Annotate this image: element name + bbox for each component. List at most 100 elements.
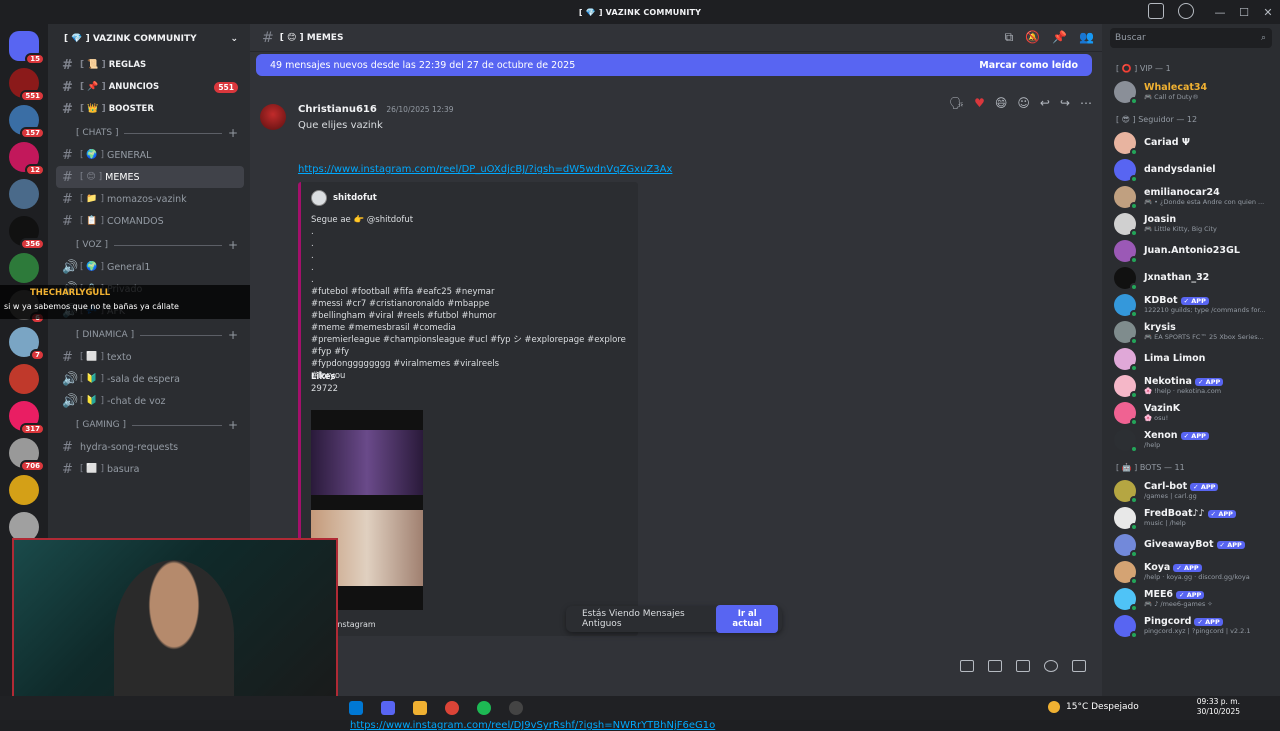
channel-momazos-vazink[interactable]: # [ 📁 ] momazos-vazink xyxy=(56,188,244,210)
old-messages-notice: Estás Viendo Mensajes Antiguos Ir al act… xyxy=(566,605,782,633)
add-channel-icon[interactable]: + xyxy=(228,328,238,342)
member-item[interactable]: VazinK 🌸 osu! xyxy=(1102,399,1280,426)
avatar xyxy=(1114,158,1138,183)
channel-comandos[interactable]: # [ 📋 ] COMANDOS xyxy=(56,210,244,232)
more-icon[interactable]: ⋯ xyxy=(1080,96,1092,110)
status-dot xyxy=(1130,174,1138,183)
member-item[interactable]: Joasin 🎮 Little Kitty, Big City xyxy=(1102,210,1280,237)
member-item[interactable]: Koya ✓ APP/help · koya.gg · discord.gg/ko… xyxy=(1102,558,1280,585)
channel-memes[interactable]: # [ 😊 ] MEMES xyxy=(56,166,244,188)
channel-texto[interactable]: # [ ⬜ ] texto xyxy=(56,346,244,368)
server-icon[interactable]: 15 xyxy=(9,31,45,65)
members-icon[interactable]: 👥 xyxy=(1079,30,1094,45)
server-icon[interactable] xyxy=(9,253,39,283)
gift-icon[interactable] xyxy=(960,660,974,672)
channel-category[interactable]: [ VOZ ] + xyxy=(48,234,250,256)
inbox-icon[interactable] xyxy=(1148,3,1164,19)
channel-category[interactable]: [ DINAMICA ] + xyxy=(48,324,250,346)
help-icon[interactable] xyxy=(1178,3,1194,19)
channel-name: basura xyxy=(106,463,140,475)
emoji-reaction-icon[interactable]: 😄 xyxy=(995,96,1008,110)
reply-icon[interactable]: ↩ xyxy=(1040,96,1050,110)
channel-booster[interactable]: # [ 👑 ] BOOSTER xyxy=(56,98,244,120)
channel-basura[interactable]: # [ ⬜ ] basura xyxy=(56,458,244,480)
pin-icon[interactable]: 📌 xyxy=(1052,30,1067,45)
clock[interactable]: 09:33 p. m. 30/10/2025 xyxy=(1197,697,1240,717)
heart-reaction-icon[interactable]: ♥ xyxy=(974,96,985,110)
mark-as-read-button[interactable]: Marcar como leído xyxy=(979,60,1078,71)
member-item[interactable]: emilianocar24 🎮 • ¿Donde esta Andre con q… xyxy=(1102,183,1280,210)
member-item[interactable]: Xenon ✓ APP/help xyxy=(1102,426,1280,453)
mention-badge: 317 xyxy=(20,423,45,435)
server-icon[interactable]: 157 xyxy=(9,105,45,139)
server-icon[interactable]: 551 xyxy=(9,68,45,102)
member-item[interactable]: Juan.Antonio23GL xyxy=(1102,237,1280,264)
add-channel-icon[interactable]: + xyxy=(228,126,238,140)
add-channel-icon[interactable]: + xyxy=(228,418,238,432)
member-item[interactable]: Pingcord ✓ APP pingcord.xyz | ?pingcord | … xyxy=(1102,612,1280,639)
message-author[interactable]: Christianu616 xyxy=(298,104,377,115)
avatar xyxy=(1114,185,1138,210)
channel-reglas[interactable]: # [ 📜 ] REGLAS xyxy=(56,54,244,76)
server-icon[interactable]: 7 xyxy=(9,327,45,361)
jump-to-present-button[interactable]: Ir al actual xyxy=(716,605,778,633)
member-item[interactable]: GiveawayBot ✓ APP xyxy=(1102,531,1280,558)
avatar[interactable] xyxy=(260,104,286,130)
member-item[interactable]: dandysdaniel xyxy=(1102,156,1280,183)
spotify-icon[interactable] xyxy=(477,701,491,715)
reaction-icon[interactable]: 🗣 xyxy=(949,96,964,110)
embed-author[interactable]: shitdofut xyxy=(311,190,377,206)
apps-icon[interactable] xyxy=(1072,660,1086,672)
emoji-icon[interactable] xyxy=(1044,660,1058,672)
close-button[interactable]: ✕ xyxy=(1256,6,1280,19)
channel-category[interactable]: [ CHATS ] + xyxy=(48,122,250,144)
explorer-icon[interactable] xyxy=(413,701,427,715)
threads-icon[interactable]: ⧉ xyxy=(1005,30,1014,45)
member-item[interactable]: Jxnathan_32 xyxy=(1102,264,1280,291)
member-item[interactable]: Carl-bot ✓ APP/games | carl.gg xyxy=(1102,477,1280,504)
server-icon[interactable]: 317 xyxy=(9,401,45,435)
server-icon[interactable] xyxy=(9,475,39,505)
mute-icon[interactable]: 🔕 xyxy=(1025,30,1040,45)
channel-general[interactable]: # [ 🌍 ] GENERAL xyxy=(56,144,244,166)
server-icon[interactable] xyxy=(9,179,39,209)
member-item[interactable]: MEE6 ✓ APP 🎮 ♪ /mee6-games ✧ xyxy=(1102,585,1280,612)
chrome-icon[interactable] xyxy=(445,701,459,715)
search-input[interactable]: Buscar ⌕ xyxy=(1110,28,1272,48)
channel--chat-de-voz[interactable]: 🔊[ 🔰 ] -chat de voz xyxy=(56,390,244,412)
forward-icon[interactable]: ↪ xyxy=(1060,96,1070,110)
gif-icon[interactable] xyxy=(988,660,1002,672)
channel-general1[interactable]: 🔊[ 🌍 ] General1 xyxy=(56,256,244,278)
minimize-button[interactable]: — xyxy=(1208,6,1232,19)
embed-field-name: Likes xyxy=(311,372,336,382)
weather-widget[interactable]: 15°C Despejado xyxy=(1048,701,1139,713)
server-header[interactable]: [ 💎 ] VAZINK COMMUNITY ⌄ xyxy=(48,24,250,54)
server-icon[interactable]: 706 xyxy=(9,438,45,472)
mention-badge: 356 xyxy=(20,238,45,250)
maximize-button[interactable]: ☐ xyxy=(1232,6,1256,19)
add-reaction-icon[interactable]: ☺ xyxy=(1017,96,1030,110)
member-item[interactable]: Whalecat34 🎮 Call of Duty® xyxy=(1102,78,1280,105)
server-icon[interactable]: 356 xyxy=(9,216,45,250)
member-item[interactable]: Nekotina ✓ APP 🌸 !help · nekotina.com xyxy=(1102,372,1280,399)
discord-taskbar-icon[interactable] xyxy=(381,701,395,715)
new-messages-bar[interactable]: 49 mensajes nuevos desde las 22:39 del 2… xyxy=(256,54,1092,76)
member-item[interactable]: Lima Limon xyxy=(1102,345,1280,372)
channel-hydra-song-requests[interactable]: # hydra-song-requests xyxy=(56,436,244,458)
server-icon[interactable] xyxy=(9,364,39,394)
server-icon[interactable]: 12 xyxy=(9,142,45,176)
add-channel-icon[interactable]: + xyxy=(228,238,238,252)
member-item[interactable]: Cariad Ψ xyxy=(1102,129,1280,156)
app-icon[interactable] xyxy=(509,701,523,715)
member-item[interactable]: krysis 🎮 EA SPORTS FC™ 25 Xbox Series... xyxy=(1102,318,1280,345)
member-item[interactable]: KDBot ✓ APP 122210 guilds; type /commands … xyxy=(1102,291,1280,318)
channel--sala-de-espera[interactable]: 🔊[ 🔰 ] -sala de espera xyxy=(56,368,244,390)
channel-anuncios[interactable]: # [ 📌 ] ANUNCIOS 551 xyxy=(56,76,244,98)
sticker-icon[interactable] xyxy=(1016,660,1030,672)
message-link[interactable]: https://www.instagram.com/reel/DP_uOXdjc… xyxy=(298,164,672,175)
edge-icon[interactable] xyxy=(349,701,363,715)
message-link-2[interactable]: https://www.instagram.com/reel/DJ9vSyrRs… xyxy=(350,720,715,731)
channel-category[interactable]: [ GAMING ] + xyxy=(48,414,250,436)
channel-emoji: [ 😊 ] xyxy=(80,172,103,182)
member-item[interactable]: FredBoat♪♪ ✓ APP music | /help xyxy=(1102,504,1280,531)
